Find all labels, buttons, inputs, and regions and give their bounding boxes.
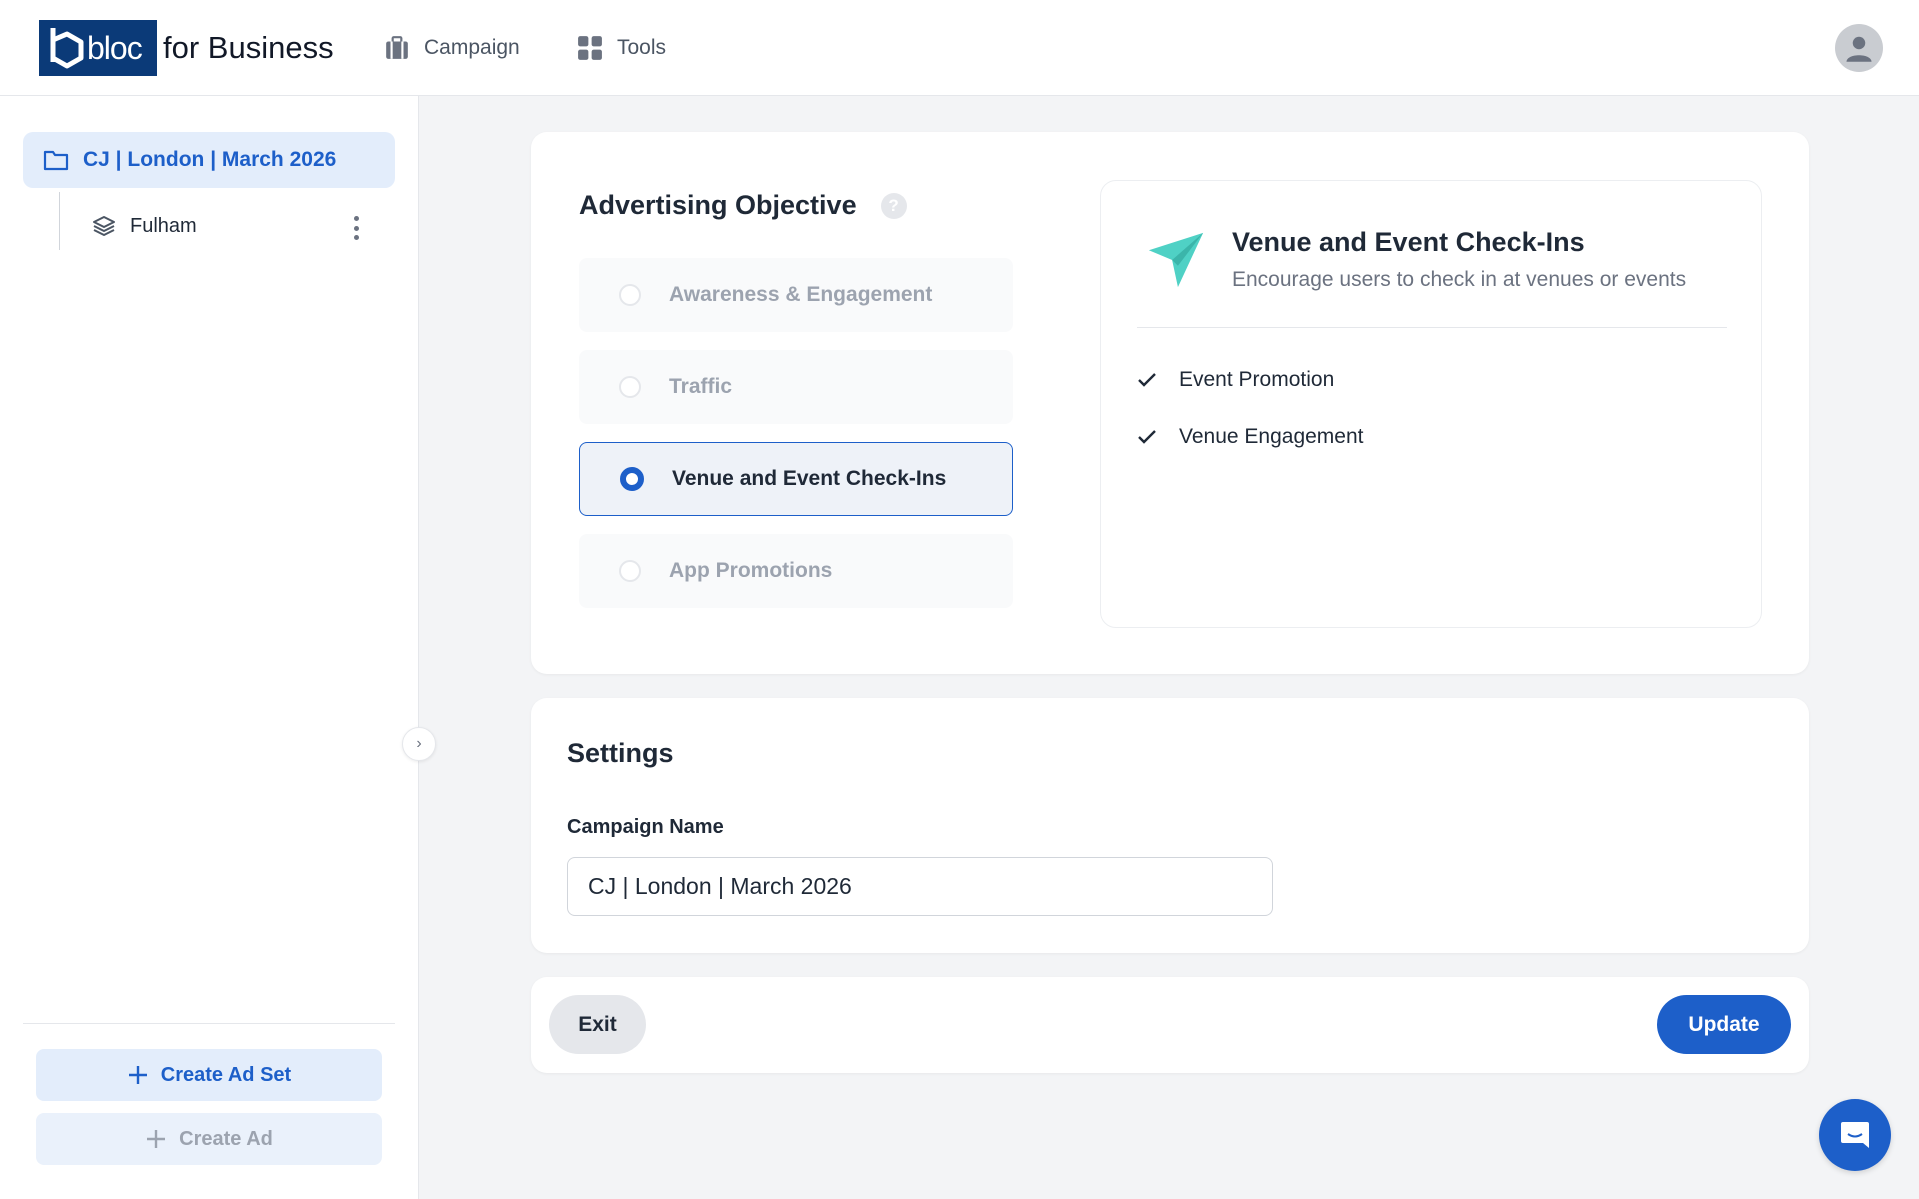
objective-option-label: Venue and Event Check-Ins	[672, 467, 947, 490]
grid-icon	[578, 36, 602, 60]
create-ad-set-button[interactable]: Create Ad Set	[36, 1049, 382, 1101]
objective-option-label: Awareness & Engagement	[669, 283, 933, 306]
detail-divider	[1137, 327, 1727, 328]
action-bar: Exit Update	[531, 977, 1809, 1073]
create-ad-label: Create Ad	[179, 1127, 273, 1150]
layers-icon	[93, 216, 115, 236]
plus-icon	[147, 1130, 166, 1148]
objective-option-traffic[interactable]: Traffic	[579, 350, 1013, 424]
objective-title: Advertising Objective	[579, 190, 857, 220]
nav-campaign[interactable]: Campaign	[384, 28, 520, 68]
settings-title: Settings	[567, 738, 674, 768]
radio-button-selected[interactable]	[620, 467, 644, 491]
objective-card: Advertising Objective ? Awareness & Enga…	[531, 132, 1809, 674]
radio-button[interactable]	[619, 560, 641, 582]
sidebar-campaign-item[interactable]: CJ | London | March 2026	[23, 132, 395, 188]
update-button[interactable]: Update	[1657, 995, 1791, 1054]
logo-mark: bloc	[39, 20, 157, 76]
feature-item: Event Promotion	[1137, 365, 1334, 395]
sidebar-adset-label: Fulham	[130, 214, 197, 237]
nav-tools[interactable]: Tools	[577, 28, 666, 68]
campaign-name-label: Campaign Name	[567, 816, 724, 838]
nav-tools-label: Tools	[617, 36, 667, 59]
hexagon-logo-icon	[50, 28, 84, 69]
user-icon	[1846, 36, 1872, 62]
paper-plane-icon	[1148, 232, 1204, 288]
logo[interactable]: bloc for Business	[39, 20, 334, 76]
logo-suffix: for Business	[163, 30, 334, 65]
check-icon	[1138, 373, 1156, 387]
sidebar-divider	[23, 1023, 395, 1024]
sidebar-campaign-label: CJ | London | March 2026	[83, 148, 337, 171]
create-ad-set-label: Create Ad Set	[160, 1063, 292, 1086]
help-icon[interactable]: ?	[880, 192, 907, 219]
more-options-icon[interactable]	[346, 214, 366, 242]
chevron-right-icon: ›	[416, 735, 422, 752]
radio-button[interactable]	[619, 376, 641, 398]
sidebar-adset-item[interactable]: Fulham	[92, 206, 372, 246]
sidebar: CJ | London | March 2026 Fulham › Create…	[0, 96, 436, 1199]
detail-title: Venue and Event Check-Ins	[1232, 227, 1585, 257]
briefcase-icon	[386, 36, 408, 59]
tree-connector	[59, 192, 60, 250]
objective-option-label: App Promotions	[669, 559, 833, 582]
chat-widget-button[interactable]	[1819, 1099, 1891, 1171]
chat-bubble-icon	[1841, 1122, 1869, 1148]
top-header: bloc for Business Campaign Tools	[0, 0, 1919, 96]
folder-icon	[43, 150, 69, 171]
nav-campaign-label: Campaign	[424, 36, 520, 59]
campaign-name-input[interactable]	[567, 857, 1273, 916]
settings-card: Settings Campaign Name	[531, 698, 1809, 953]
feature-item: Venue Engagement	[1137, 422, 1364, 452]
logo-text: bloc	[87, 29, 143, 66]
objective-option-app-promotions[interactable]: App Promotions	[579, 534, 1013, 608]
check-icon	[1138, 430, 1156, 444]
exit-button[interactable]: Exit	[549, 995, 646, 1054]
objective-detail-panel: Venue and Event Check-Ins Encourage user…	[1100, 180, 1762, 628]
create-ad-button[interactable]: Create Ad	[36, 1113, 382, 1165]
detail-subtitle: Encourage users to check in at venues or…	[1232, 268, 1687, 291]
radio-button[interactable]	[619, 284, 641, 306]
user-avatar[interactable]	[1835, 24, 1883, 72]
feature-label: Venue Engagement	[1179, 425, 1364, 448]
objective-option-checkins[interactable]: Venue and Event Check-Ins	[579, 442, 1013, 516]
plus-icon	[128, 1066, 147, 1084]
sidebar-toggle-button[interactable]: ›	[402, 727, 436, 761]
objective-heading: Advertising Objective ?	[579, 190, 907, 221]
objective-option-awareness[interactable]: Awareness & Engagement	[579, 258, 1013, 332]
feature-label: Event Promotion	[1179, 368, 1335, 391]
objective-option-label: Traffic	[669, 375, 733, 398]
